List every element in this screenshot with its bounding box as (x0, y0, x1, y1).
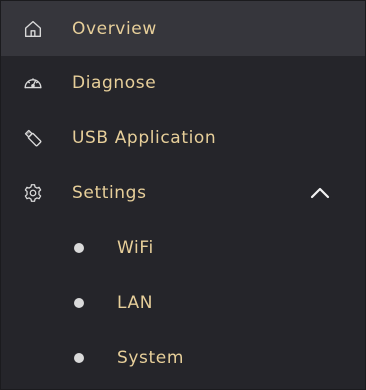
menu-item-diagnose[interactable]: Diagnose (1, 55, 365, 110)
menu-item-diagnose-label: Diagnose (72, 72, 157, 93)
bullet-icon (74, 297, 84, 308)
menu-item-usb-application-label: USB Application (72, 127, 217, 148)
submenu-item-system-label: System (117, 347, 184, 368)
menu-item-overview[interactable]: Overview (1, 1, 365, 56)
submenu-item-system[interactable]: System (1, 330, 365, 385)
home-icon (21, 17, 45, 41)
submenu-item-wifi[interactable]: WiFi (1, 220, 365, 275)
bullet-icon (74, 242, 84, 253)
submenu-item-wifi-label: WiFi (117, 237, 154, 258)
chevron-up-icon[interactable] (307, 180, 333, 206)
menu-item-usb-application[interactable]: USB Application (1, 110, 365, 165)
menu-item-settings-label: Settings (72, 182, 147, 203)
menu-item-overview-label: Overview (72, 18, 157, 39)
usb-icon (21, 126, 45, 150)
submenu-item-lan-label: LAN (117, 292, 154, 313)
speedometer-icon (21, 71, 45, 95)
bullet-icon (74, 352, 84, 363)
gear-icon (21, 181, 45, 205)
menu-item-settings[interactable]: Settings (1, 165, 365, 220)
submenu-item-lan[interactable]: LAN (1, 275, 365, 330)
sidebar-menu: Overview Diagnose USB Application Settin… (0, 0, 366, 390)
